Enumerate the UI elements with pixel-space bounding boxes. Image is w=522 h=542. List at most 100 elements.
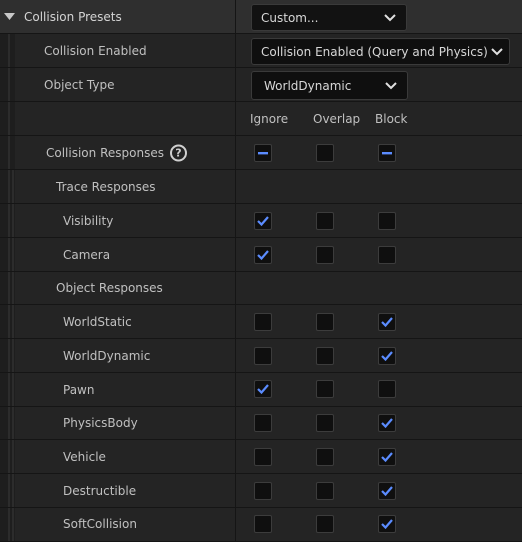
visibility-block-checkbox[interactable] xyxy=(378,212,396,230)
vehicle-block-checkbox[interactable] xyxy=(378,448,396,466)
visibility-label: Visibility xyxy=(63,213,114,228)
mixed-state-icon xyxy=(258,152,268,155)
empty-value-cell xyxy=(236,272,522,305)
physicsbody-ignore-checkbox[interactable] xyxy=(254,414,272,432)
collision-presets-header[interactable]: Collision Presets xyxy=(0,0,235,34)
worlddynamic-overlap-checkbox[interactable] xyxy=(316,347,334,365)
indent-gutter xyxy=(0,136,15,170)
empty-value-cell xyxy=(236,170,522,204)
object-type-dropdown[interactable]: WorldDynamic xyxy=(251,71,408,100)
softcollision-label: SoftCollision xyxy=(63,517,137,531)
camera-ignore-checkbox[interactable] xyxy=(254,246,272,264)
collision-enabled-row: Collision Enabled Collision Enabled (Que… xyxy=(0,34,522,68)
pawn-row: Pawn xyxy=(0,373,522,407)
chevron-down-icon xyxy=(491,47,503,55)
indent-gutter xyxy=(0,238,15,272)
pawn-ignore-checkbox[interactable] xyxy=(254,380,272,398)
collision-presets-dropdown[interactable]: Custom... xyxy=(251,4,407,31)
collision-responses-block-checkbox[interactable] xyxy=(378,144,396,162)
worlddynamic-block-checkbox[interactable] xyxy=(378,347,396,365)
indent-gutter xyxy=(0,407,15,440)
pawn-block-checkbox[interactable] xyxy=(378,380,396,398)
object-responses-row: Object Responses xyxy=(0,272,522,305)
indent-gutter xyxy=(0,204,15,238)
ignore-column-header: Ignore xyxy=(250,111,289,126)
collision-responses-overlap-checkbox[interactable] xyxy=(316,144,334,162)
collision-responses-ignore-checkbox[interactable] xyxy=(254,144,272,162)
camera-label: Camera xyxy=(63,247,111,262)
vehicle-label: Vehicle xyxy=(63,449,106,464)
checkmark-icon xyxy=(381,351,393,362)
collision-responses-label: Collision Responses xyxy=(46,145,164,160)
checkmark-icon xyxy=(381,317,393,328)
pawn-label: Pawn xyxy=(63,382,95,397)
chevron-down-icon xyxy=(385,81,397,89)
destructible-overlap-checkbox[interactable] xyxy=(316,482,334,500)
indent-gutter xyxy=(0,102,15,136)
softcollision-overlap-checkbox[interactable] xyxy=(316,515,334,533)
vehicle-overlap-checkbox[interactable] xyxy=(316,448,334,466)
object-type-value: WorldDynamic xyxy=(264,78,352,93)
worldstatic-overlap-checkbox[interactable] xyxy=(316,313,334,331)
block-column-header: Block xyxy=(375,111,408,126)
worlddynamic-ignore-checkbox[interactable] xyxy=(254,347,272,365)
physicsbody-block-checkbox[interactable] xyxy=(378,414,396,432)
collision-presets-row: Collision Presets Custom... xyxy=(0,0,522,34)
checkmark-icon xyxy=(257,384,269,395)
destructible-ignore-checkbox[interactable] xyxy=(254,482,272,500)
physicsbody-row: PhysicsBody xyxy=(0,407,522,440)
indent-gutter xyxy=(0,68,15,102)
pawn-overlap-checkbox[interactable] xyxy=(316,380,334,398)
indent-gutter xyxy=(0,34,15,68)
destructible-block-checkbox[interactable] xyxy=(378,482,396,500)
visibility-ignore-checkbox[interactable] xyxy=(254,212,272,230)
destructible-label: Destructible xyxy=(63,483,137,498)
vehicle-ignore-checkbox[interactable] xyxy=(254,448,272,466)
destructible-row: Destructible xyxy=(0,474,522,508)
worldstatic-ignore-checkbox[interactable] xyxy=(254,313,272,331)
collision-responses-row: Collision Responses ? xyxy=(0,136,522,170)
indent-gutter xyxy=(0,373,15,407)
indent-gutter xyxy=(0,170,15,204)
collision-presets-value: Custom... xyxy=(261,10,319,25)
object-responses-label: Object Responses xyxy=(56,281,163,295)
worlddynamic-row: WorldDynamic xyxy=(0,339,522,373)
help-icon[interactable]: ? xyxy=(170,144,187,161)
collision-enabled-label: Collision Enabled xyxy=(44,43,147,58)
indent-gutter xyxy=(0,272,15,305)
visibility-overlap-checkbox[interactable] xyxy=(316,212,334,230)
checkmark-icon xyxy=(257,216,269,227)
mixed-state-icon xyxy=(382,152,392,155)
collision-presets-label: Collision Presets xyxy=(24,9,122,24)
softcollision-ignore-checkbox[interactable] xyxy=(254,515,272,533)
visibility-row: Visibility xyxy=(0,204,522,238)
collision-enabled-dropdown[interactable]: Collision Enabled (Query and Physics) xyxy=(251,38,510,65)
physicsbody-label: PhysicsBody xyxy=(63,416,138,430)
collision-enabled-value: Collision Enabled (Query and Physics) xyxy=(261,44,488,59)
worldstatic-row: WorldStatic xyxy=(0,305,522,339)
object-type-row: Object Type WorldDynamic xyxy=(0,68,522,102)
collapse-arrow-icon[interactable] xyxy=(4,13,15,21)
worlddynamic-label: WorldDynamic xyxy=(63,348,151,363)
checkmark-icon xyxy=(381,486,393,497)
trace-responses-label: Trace Responses xyxy=(56,179,156,194)
chevron-down-icon xyxy=(384,13,396,21)
camera-row: Camera xyxy=(0,238,522,272)
trace-responses-row: Trace Responses xyxy=(0,170,522,204)
object-type-label: Object Type xyxy=(44,77,115,92)
camera-overlap-checkbox[interactable] xyxy=(316,246,334,264)
camera-block-checkbox[interactable] xyxy=(378,246,396,264)
checkmark-icon xyxy=(257,250,269,261)
overlap-column-header: Overlap xyxy=(313,111,361,126)
indent-gutter xyxy=(0,440,15,474)
worldstatic-label: WorldStatic xyxy=(63,314,132,329)
checkmark-icon xyxy=(381,452,393,463)
checkmark-icon xyxy=(381,519,393,530)
indent-gutter xyxy=(0,305,15,339)
physicsbody-overlap-checkbox[interactable] xyxy=(316,414,334,432)
softcollision-block-checkbox[interactable] xyxy=(378,515,396,533)
vehicle-row: Vehicle xyxy=(0,440,522,474)
worldstatic-block-checkbox[interactable] xyxy=(378,313,396,331)
empty-label-cell xyxy=(15,102,235,136)
indent-gutter xyxy=(0,474,15,508)
